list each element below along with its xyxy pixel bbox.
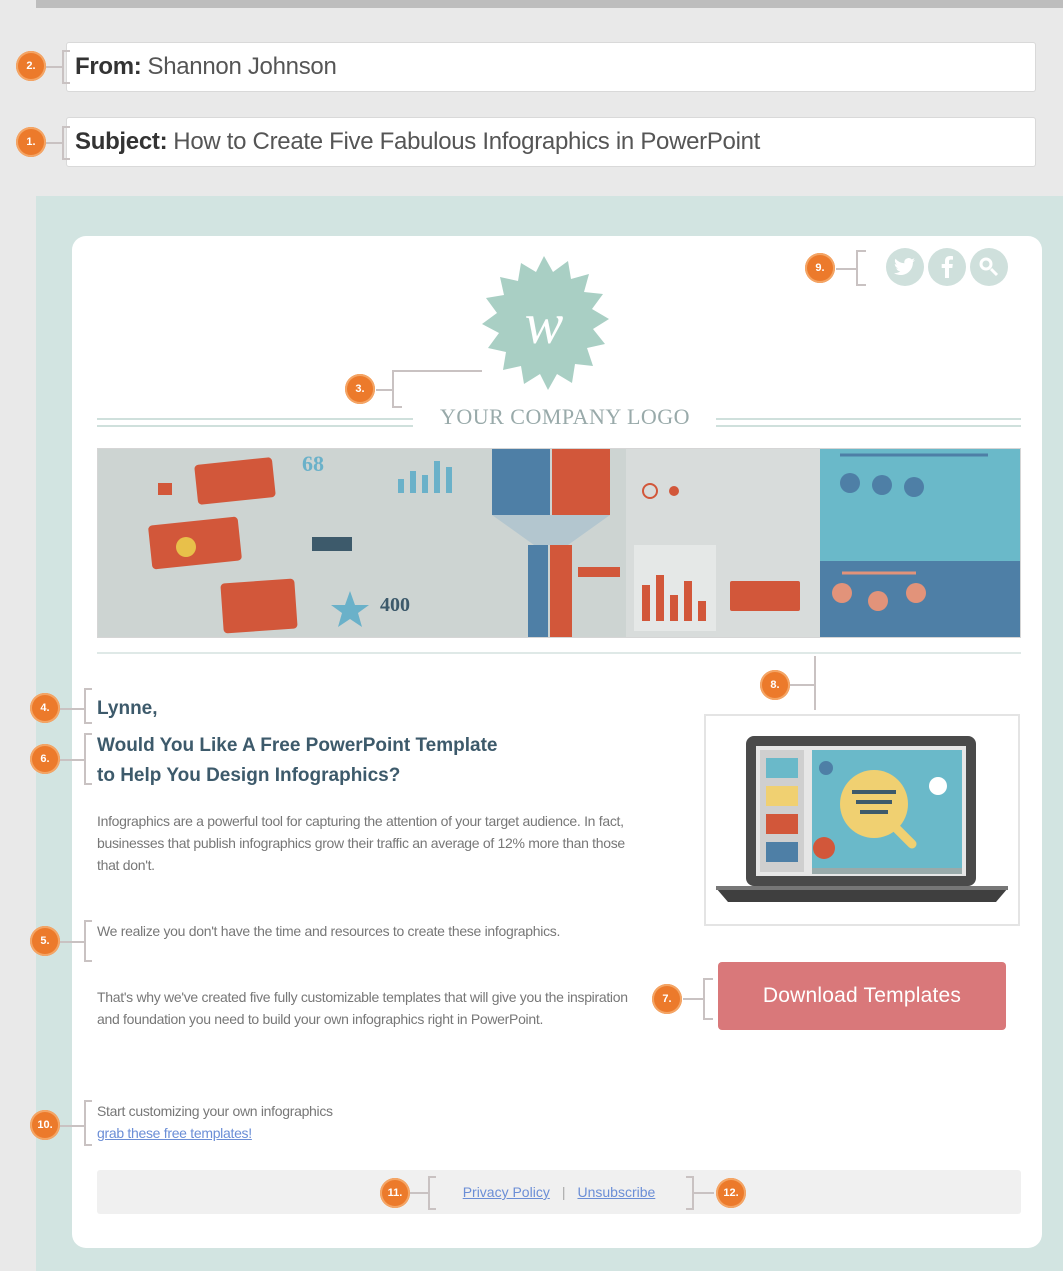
- email-footer: Privacy Policy | Unsubscribe: [97, 1170, 1021, 1214]
- logo-rule-left-2: [97, 425, 413, 427]
- from-field[interactable]: From: Shannon Johnson: [66, 42, 1036, 92]
- connector: [376, 389, 392, 391]
- greeting: Lynne,: [97, 698, 158, 719]
- cta-text: Start customizing your own infographics: [97, 1103, 333, 1119]
- subject-field[interactable]: Subject: How to Create Five Fabulous Inf…: [66, 117, 1036, 167]
- download-templates-button[interactable]: Download Templates: [718, 962, 1006, 1030]
- body-paragraph-3: That's why we've created five fully cust…: [97, 989, 628, 1027]
- email-header-area: [36, 8, 1063, 196]
- bracket: [686, 1176, 694, 1210]
- bracket: [62, 50, 70, 84]
- marker-8: 8.: [760, 670, 790, 700]
- connector: [60, 708, 84, 710]
- subject-label: Subject:: [75, 128, 168, 155]
- bracket: [84, 920, 92, 962]
- unsubscribe-link[interactable]: Unsubscribe: [577, 1184, 655, 1200]
- body-paragraph-1: Infographics are a powerful tool for cap…: [97, 813, 625, 873]
- laptop-image: [704, 714, 1020, 926]
- marker-7: 7.: [652, 984, 682, 1014]
- logo-rule-left: [97, 418, 413, 420]
- footer-separator: |: [561, 1184, 566, 1200]
- connector: [60, 941, 84, 943]
- marker-1: 1.: [16, 127, 46, 157]
- hero-stat-68: 68: [302, 451, 324, 476]
- headline: Would You Like A Free PowerPoint Templat…: [97, 731, 617, 791]
- hero-rule: [97, 652, 1021, 654]
- hero-infographic-banner: 68 400: [97, 448, 1021, 638]
- logo-rule-right-2: [716, 425, 1021, 427]
- logo-rule-right: [716, 418, 1021, 420]
- connector: [46, 66, 62, 68]
- company-logo-text: YOUR COMPANY LOGO: [439, 404, 691, 429]
- bracket: [84, 1100, 92, 1146]
- connector: [60, 759, 84, 761]
- connector: [790, 684, 814, 686]
- connector: [683, 998, 703, 1000]
- marker-10: 10.: [30, 1110, 60, 1140]
- marker-5: 5.: [30, 926, 60, 956]
- logo-monogram: w: [524, 291, 564, 356]
- body-paragraph-4: Start customizing your own infographics …: [97, 1100, 637, 1144]
- marker-6: 6.: [30, 744, 60, 774]
- connector: [694, 1192, 714, 1194]
- bracket: [84, 688, 92, 724]
- marker-11: 11.: [380, 1178, 410, 1208]
- connector: [60, 1125, 84, 1127]
- connector: [402, 370, 482, 372]
- privacy-policy-link[interactable]: Privacy Policy: [463, 1184, 550, 1200]
- body-paragraph-2: We realize you don't have the time and r…: [97, 923, 561, 939]
- connector: [410, 1192, 428, 1194]
- connector: [836, 268, 856, 270]
- from-label: From:: [75, 53, 142, 80]
- headline-line-2: to Help You Design Infographics?: [97, 765, 401, 786]
- marker-2: 2.: [16, 51, 46, 81]
- google-plus-icon[interactable]: [970, 248, 1008, 286]
- social-icons: [886, 248, 1008, 286]
- bracket: [703, 978, 713, 1020]
- bracket: [856, 250, 866, 286]
- marker-4: 4.: [30, 693, 60, 723]
- facebook-icon[interactable]: [928, 248, 966, 286]
- marker-3: 3.: [345, 374, 375, 404]
- connector-vertical: [814, 656, 816, 710]
- hero-stat-400: 400: [380, 594, 410, 616]
- twitter-icon[interactable]: [886, 248, 924, 286]
- subject-value: How to Create Five Fabulous Infographics…: [173, 128, 761, 155]
- bracket: [428, 1176, 436, 1210]
- marker-12: 12.: [716, 1178, 746, 1208]
- from-value: Shannon Johnson: [147, 53, 337, 80]
- bracket: [84, 733, 92, 785]
- top-bar: [36, 0, 1063, 8]
- bracket: [62, 126, 70, 160]
- marker-9: 9.: [805, 253, 835, 283]
- bracket: [392, 370, 402, 408]
- grab-templates-link[interactable]: grab these free templates!: [97, 1122, 637, 1144]
- connector: [46, 142, 62, 144]
- headline-line-1: Would You Like A Free PowerPoint Templat…: [97, 735, 498, 756]
